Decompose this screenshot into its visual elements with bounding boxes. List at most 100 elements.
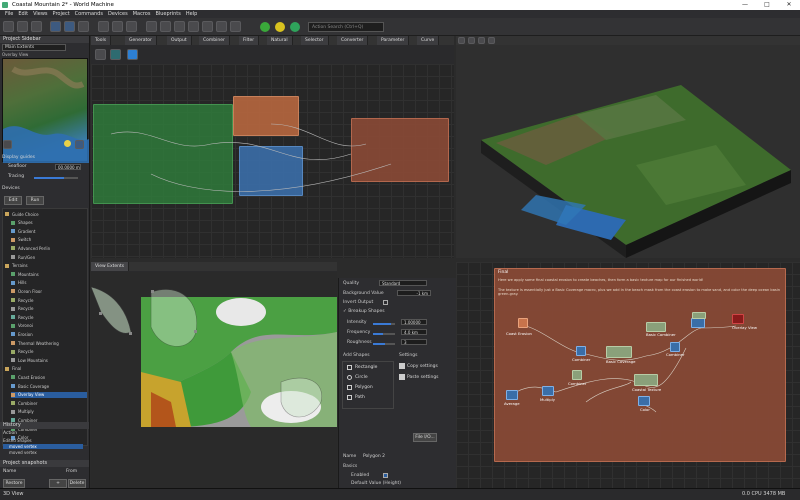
run-button[interactable]: Run (26, 196, 44, 205)
tab-selector[interactable]: Selector (301, 36, 329, 45)
tab-view-extents[interactable]: View Extents (91, 262, 130, 271)
build-icon[interactable] (98, 21, 109, 32)
intensity-slider[interactable] (373, 323, 395, 325)
roughness-input[interactable]: 3 (401, 339, 427, 345)
save-icon[interactable] (31, 21, 42, 32)
tree-device[interactable]: Voronoi (11, 323, 33, 329)
open-icon[interactable] (17, 21, 28, 32)
frequency-slider[interactable] (373, 333, 395, 335)
combiner-b-node[interactable] (670, 342, 680, 352)
delete-snapshot-button[interactable]: Delete (68, 479, 86, 488)
settings-icon[interactable] (216, 21, 227, 32)
layout-canvas[interactable] (91, 272, 337, 488)
tree-device[interactable]: Switch (11, 237, 31, 243)
lighting-mode-icon[interactable] (468, 37, 475, 44)
shape-rectangle[interactable]: Rectangle (347, 363, 377, 371)
menu-commands[interactable]: Commands (75, 11, 103, 17)
menu-project[interactable]: Project (53, 11, 70, 17)
grid-icon[interactable] (174, 21, 185, 32)
breakup-shapes-checkbox[interactable]: ✓ Breakup Shapes (343, 309, 385, 314)
tab-generator[interactable]: Generator (125, 36, 157, 45)
tree-device[interactable]: Shapes (11, 220, 33, 226)
tree-device[interactable]: Erosion (11, 331, 33, 337)
tree-device[interactable]: Coast Erosion (11, 374, 45, 380)
quality-select[interactable]: Standard (379, 280, 427, 286)
final-graph-canvas[interactable]: Final Here we apply some final coastal e… (456, 262, 800, 488)
restore-button[interactable]: Restore (3, 479, 25, 488)
export-icon[interactable] (230, 21, 241, 32)
coast-erosion-node[interactable] (518, 318, 528, 328)
tracing-slider[interactable] (34, 177, 78, 179)
shape-polygon[interactable]: Polygon (347, 383, 373, 391)
history-item-selected[interactable]: moved vertex (3, 444, 83, 449)
tab-converter[interactable]: Converter (337, 36, 369, 45)
average-node[interactable] (506, 390, 518, 400)
invert-output-checkbox[interactable] (383, 300, 388, 305)
tab-curve[interactable]: Curve (417, 36, 440, 45)
tree-device[interactable]: Recycle (11, 314, 33, 320)
graph-icon[interactable] (64, 21, 75, 32)
combiner-c-node[interactable] (572, 370, 582, 380)
maximize-icon[interactable]: □ (756, 0, 778, 10)
color-node[interactable] (638, 396, 650, 406)
tree-device[interactable]: Mountains (11, 271, 39, 277)
copy-settings-button[interactable]: Copy settings (399, 363, 438, 369)
menu-macros[interactable]: Macros (133, 11, 151, 17)
tab-filter[interactable]: Filter (239, 36, 260, 45)
tree-device[interactable]: Recycle (11, 297, 33, 303)
intensity-input[interactable]: 1.00000 (401, 319, 427, 325)
tree-device[interactable]: Overlay View (11, 391, 87, 398)
create-snapshot-button[interactable]: + Create (49, 479, 67, 494)
layout-icon[interactable] (50, 21, 61, 32)
build-status-run-icon[interactable] (290, 22, 300, 32)
edit-icon[interactable] (78, 21, 89, 32)
tool-b-icon[interactable] (110, 49, 121, 60)
add-device-icon[interactable] (127, 49, 138, 60)
build-status-green-icon[interactable] (260, 22, 270, 32)
coastal-texture-node[interactable] (634, 374, 658, 386)
camera-icon[interactable] (160, 21, 171, 32)
overlay-input-node[interactable] (692, 312, 706, 319)
shape-path[interactable]: Path (347, 393, 365, 401)
new-icon[interactable] (3, 21, 14, 32)
combiner-node[interactable] (576, 346, 586, 356)
multiply-node[interactable] (542, 386, 554, 396)
tree-device[interactable]: Run/Gen (11, 254, 35, 260)
close-icon[interactable]: ✕ (778, 0, 800, 10)
paste-settings-button[interactable]: Paste settings (399, 374, 439, 380)
camera-reset-icon[interactable] (478, 37, 485, 44)
view-mode-icon[interactable] (458, 37, 465, 44)
3d-terrain-render[interactable] (456, 45, 800, 258)
overlay-view-node[interactable] (732, 314, 744, 324)
tool-a-icon[interactable] (95, 49, 106, 60)
tab-natural[interactable]: Natural (267, 36, 293, 45)
extents-select[interactable]: Main Extents (2, 44, 66, 51)
world-icon[interactable] (112, 21, 123, 32)
tree-folder[interactable]: Guide Choice (5, 211, 39, 217)
menu-devices[interactable]: Devices (108, 11, 128, 17)
menu-edit[interactable]: Edit (18, 11, 28, 17)
seafloor-input[interactable]: 00.0000 m (55, 164, 81, 170)
roughness-slider[interactable] (373, 343, 395, 345)
menu-help[interactable]: Help (186, 11, 197, 17)
menu-views[interactable]: Views (33, 11, 47, 17)
minimize-icon[interactable]: — (734, 0, 756, 10)
layers-toggle-icon[interactable] (75, 140, 84, 149)
tab-tools[interactable]: Tools (91, 36, 112, 45)
tile-icon[interactable] (126, 21, 137, 32)
tree-device[interactable]: Multiply (11, 409, 34, 415)
device-graph-canvas[interactable] (91, 64, 454, 258)
tree-device[interactable]: Recycle (11, 349, 33, 355)
action-search-input[interactable]: Action Search (Ctrl+Q) (308, 22, 384, 32)
light-icon[interactable] (64, 140, 71, 147)
view-icon[interactable] (146, 21, 157, 32)
tree-device[interactable]: Advanced Perlin (11, 245, 50, 251)
name-value[interactable]: Polygon 2 (363, 454, 385, 459)
basic-coverage-node[interactable] (606, 346, 632, 358)
overlay-combiner-node[interactable] (691, 318, 705, 328)
tree-device[interactable]: Thermal Weathering (11, 340, 59, 346)
tree-device[interactable]: Ocean Floor (11, 288, 42, 294)
tree-folder[interactable]: Terrains (5, 263, 28, 269)
tree-device[interactable]: Combiner (11, 400, 37, 406)
tree-device[interactable]: Recycle (11, 306, 33, 312)
